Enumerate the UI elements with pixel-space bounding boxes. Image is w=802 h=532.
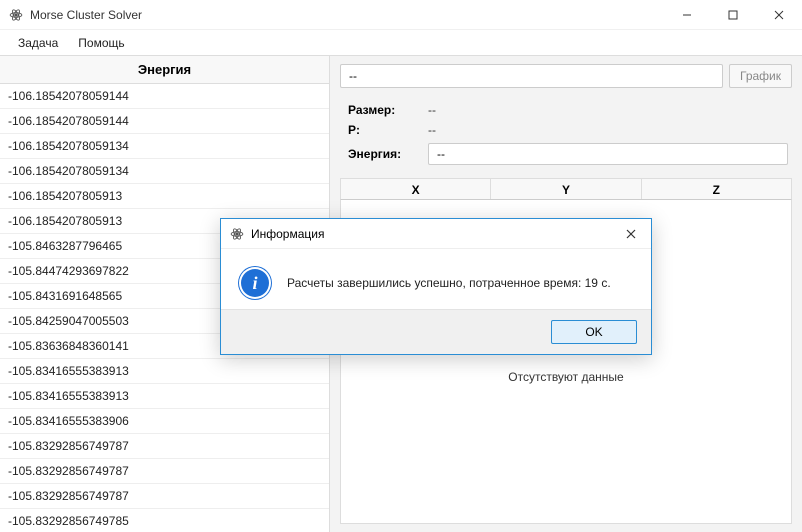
xyz-header: X Y Z bbox=[340, 178, 792, 200]
column-z: Z bbox=[642, 179, 791, 199]
close-button[interactable] bbox=[756, 0, 802, 29]
dialog-titlebar: Информация bbox=[221, 219, 651, 249]
dialog-app-icon bbox=[229, 226, 245, 242]
chart-button[interactable]: График bbox=[729, 64, 792, 88]
no-data-message: Отсутствуют данные bbox=[508, 370, 623, 384]
energy-row[interactable]: -106.18542078059134 bbox=[0, 159, 329, 184]
column-y: Y bbox=[491, 179, 641, 199]
dialog-close-button[interactable] bbox=[611, 226, 651, 242]
window-title: Morse Cluster Solver bbox=[30, 8, 142, 22]
energy-row[interactable]: -106.18542078059144 bbox=[0, 109, 329, 134]
energy-value-input[interactable] bbox=[428, 143, 788, 165]
energy-row[interactable]: -105.83416555383913 bbox=[0, 384, 329, 409]
dialog-message: Расчеты завершились успешно, потраченное… bbox=[287, 276, 611, 290]
titlebar: Morse Cluster Solver bbox=[0, 0, 802, 30]
energy-column-header: Энергия bbox=[0, 56, 329, 84]
energy-row[interactable]: -106.18542078059134 bbox=[0, 134, 329, 159]
energy-row[interactable]: -106.1854207805913 bbox=[0, 184, 329, 209]
energy-row[interactable]: -105.83292856749787 bbox=[0, 434, 329, 459]
ok-button[interactable]: OK bbox=[551, 320, 637, 344]
info-icon: i bbox=[239, 267, 271, 299]
app-icon bbox=[8, 7, 24, 23]
info-grid: Размер: -- P: -- Энергия: bbox=[340, 96, 792, 178]
p-label: P: bbox=[348, 123, 428, 137]
p-value: -- bbox=[428, 123, 436, 137]
menu-help[interactable]: Помощь bbox=[68, 32, 134, 54]
energy-row[interactable]: -105.83416555383906 bbox=[0, 409, 329, 434]
selection-input[interactable] bbox=[340, 64, 723, 88]
minimize-button[interactable] bbox=[664, 0, 710, 29]
info-dialog: Информация i Расчеты завершились успешно… bbox=[220, 218, 652, 355]
menubar: Задача Помощь bbox=[0, 30, 802, 56]
menu-task[interactable]: Задача bbox=[8, 32, 68, 54]
energy-row[interactable]: -106.18542078059144 bbox=[0, 84, 329, 109]
window-controls bbox=[664, 0, 802, 29]
energy-row[interactable]: -105.83416555383913 bbox=[0, 359, 329, 384]
size-value: -- bbox=[428, 103, 436, 117]
energy-row[interactable]: -105.83292856749787 bbox=[0, 484, 329, 509]
energy-label: Энергия: bbox=[348, 147, 428, 161]
size-label: Размер: bbox=[348, 103, 428, 117]
column-x: X bbox=[341, 179, 491, 199]
maximize-button[interactable] bbox=[710, 0, 756, 29]
energy-row[interactable]: -105.83292856749787 bbox=[0, 459, 329, 484]
energy-row[interactable]: -105.83292856749785 bbox=[0, 509, 329, 532]
dialog-title: Информация bbox=[251, 227, 324, 241]
